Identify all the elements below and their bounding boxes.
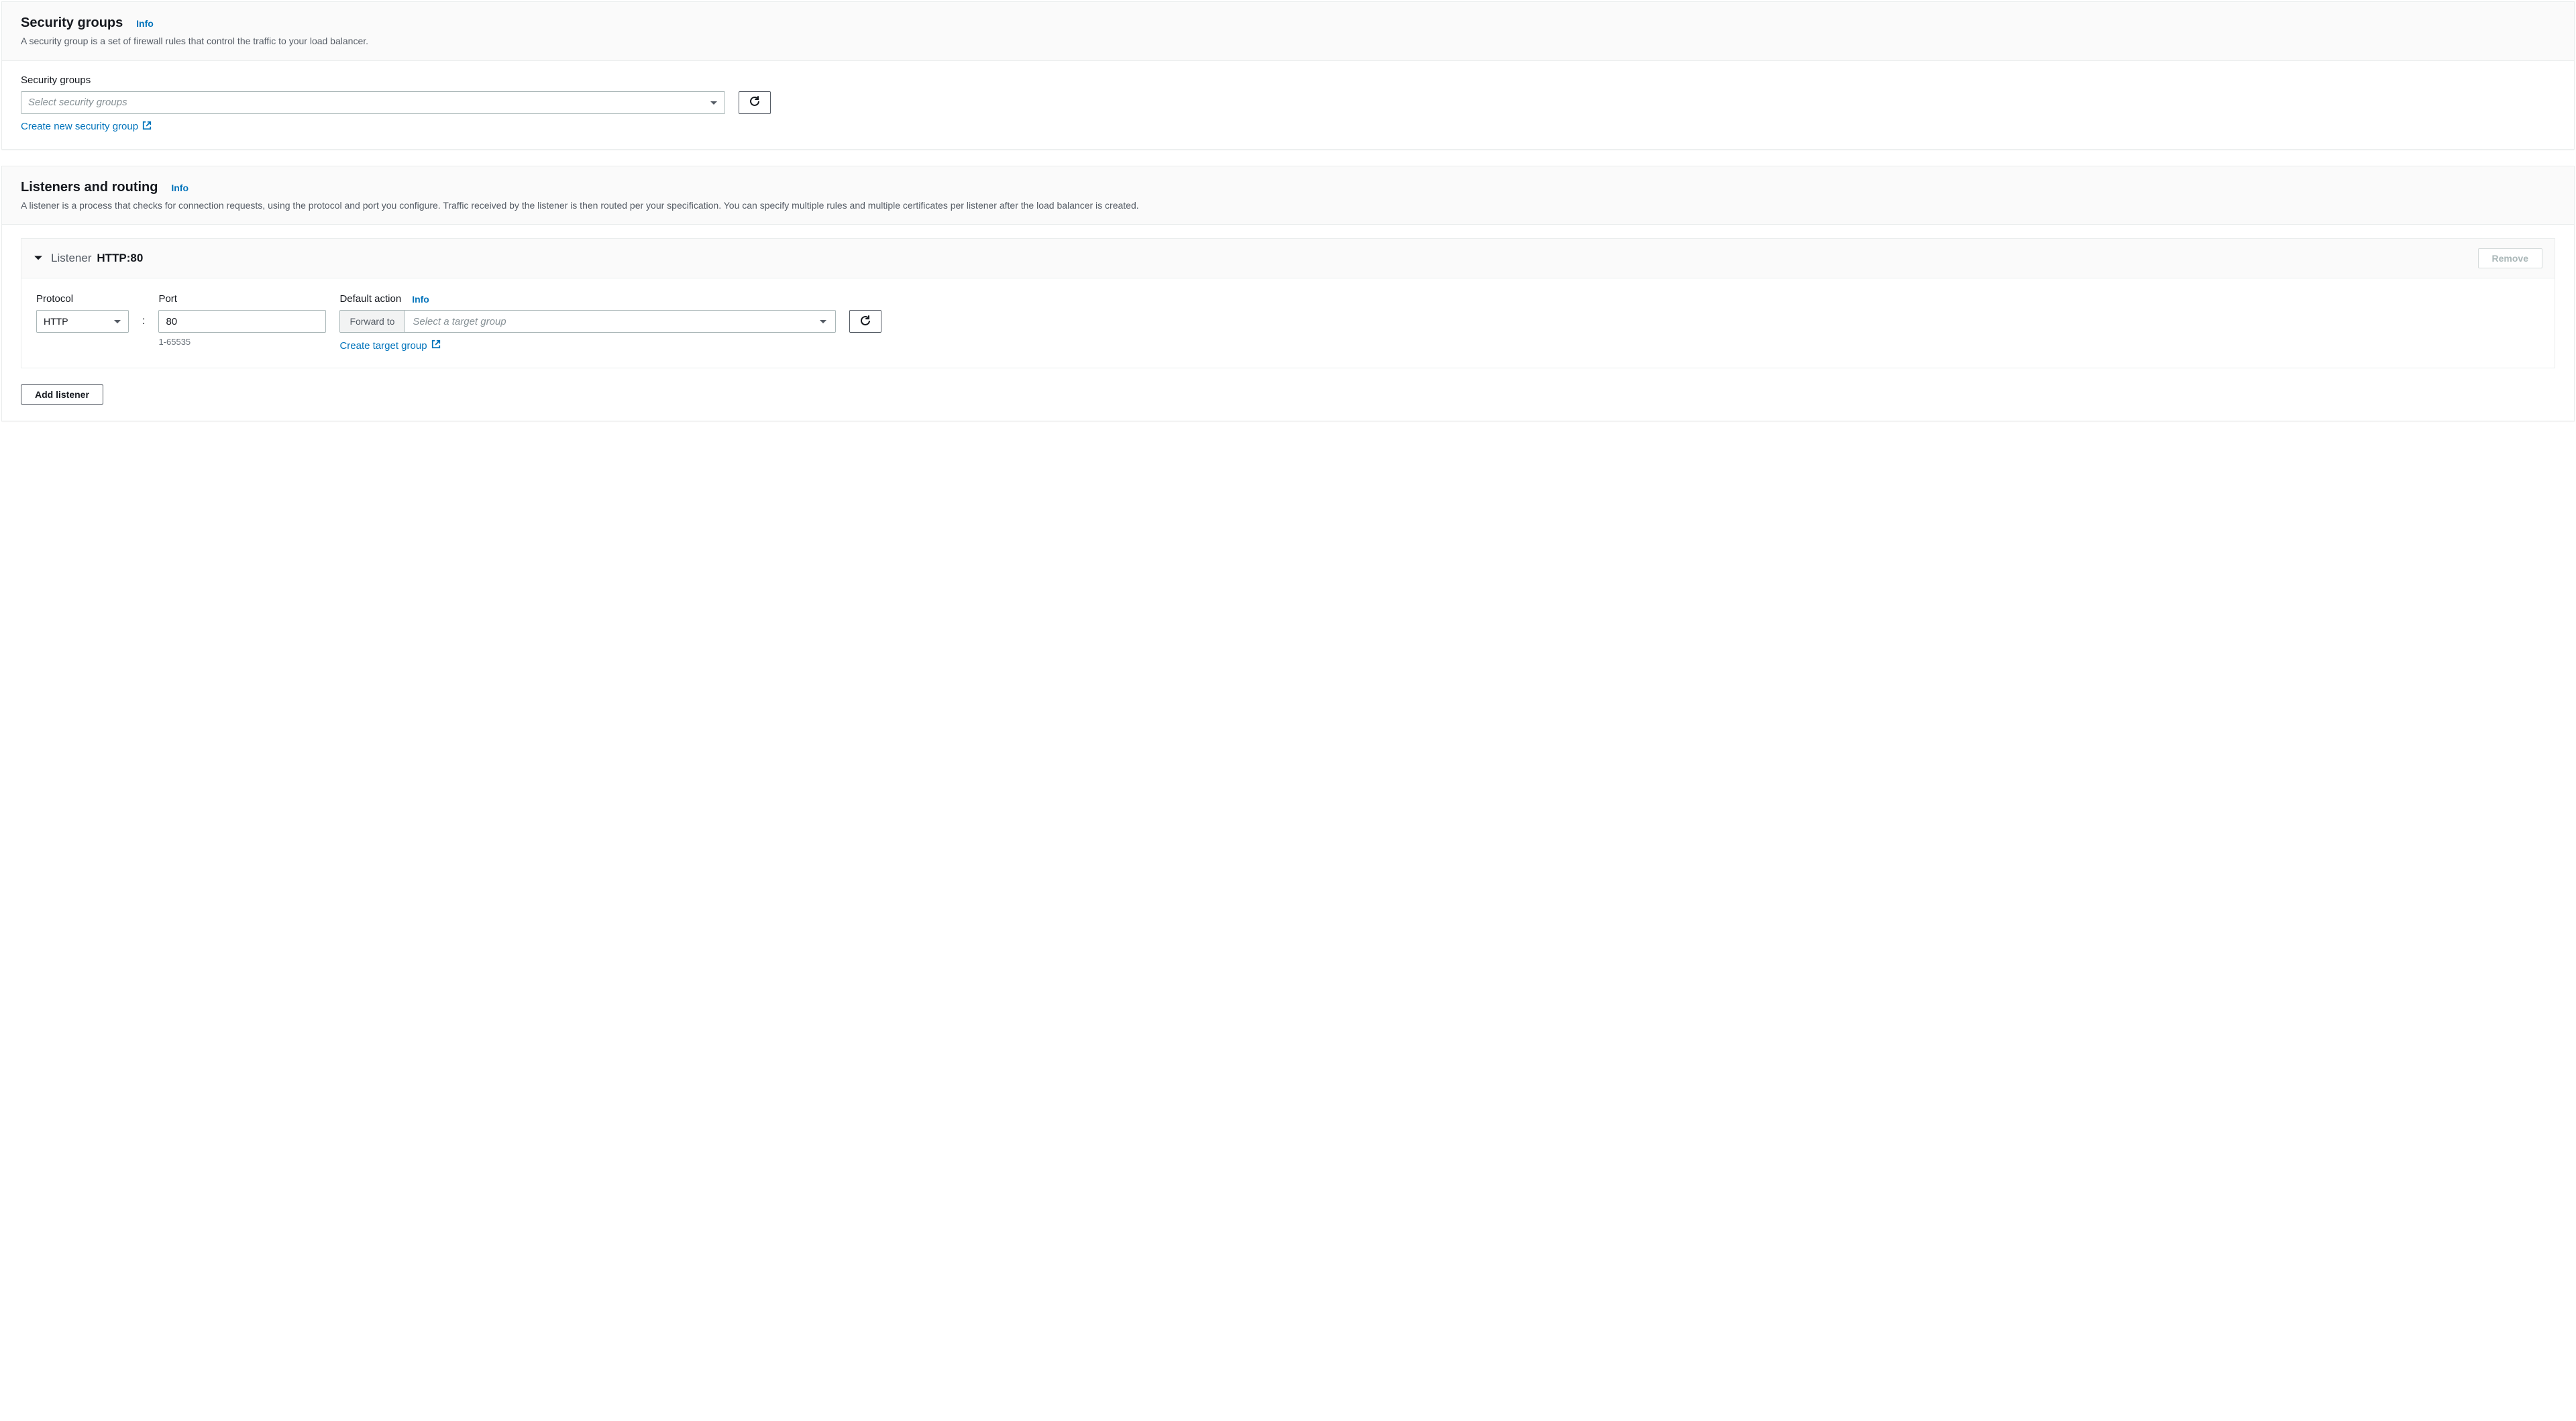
security-groups-body: Security groups Select security groups C…	[2, 61, 2574, 149]
default-action-label: Default action	[339, 293, 401, 305]
listeners-routing-body: Listener HTTP:80 Remove Protocol HTTP	[2, 225, 2574, 421]
caret-down-icon	[710, 97, 718, 108]
target-group-placeholder: Select a target group	[413, 316, 506, 327]
protocol-port-separator: :	[142, 315, 145, 327]
port-column: Port 1-65535	[158, 293, 326, 347]
listener-label-prefix: Listener	[51, 252, 91, 264]
default-action-column: Default action Info Forward to Select a …	[339, 293, 2540, 352]
collapse-toggle[interactable]	[34, 253, 43, 264]
listener-card-header: Listener HTTP:80 Remove	[21, 239, 2555, 278]
caret-down-icon	[819, 316, 827, 327]
protocol-column: Protocol HTTP	[36, 293, 129, 333]
forward-to-group: Forward to Select a target group	[339, 310, 836, 333]
listener-label-value: HTTP:80	[97, 252, 143, 264]
caret-down-icon	[113, 316, 121, 327]
refresh-icon	[860, 315, 871, 328]
remove-listener-button[interactable]: Remove	[2478, 248, 2542, 268]
protocol-label: Protocol	[36, 293, 129, 305]
external-link-icon	[431, 339, 441, 352]
create-security-group-link[interactable]: Create new security group	[21, 121, 152, 133]
security-groups-select[interactable]: Select security groups	[21, 91, 725, 114]
refresh-security-groups-button[interactable]	[739, 91, 771, 114]
listeners-routing-header: Listeners and routing Info A listener is…	[2, 166, 2574, 225]
port-input[interactable]	[158, 310, 326, 333]
listener-card-body: Protocol HTTP : Port 1-65535	[21, 278, 2555, 368]
default-action-info-link[interactable]: Info	[412, 294, 429, 305]
protocol-value: HTTP	[44, 316, 68, 327]
create-security-group-label: Create new security group	[21, 121, 138, 132]
security-groups-placeholder: Select security groups	[28, 97, 127, 108]
security-groups-description: A security group is a set of firewall ru…	[21, 35, 2555, 48]
security-groups-panel: Security groups Info A security group is…	[1, 1, 2575, 150]
add-listener-row: Add listener	[21, 384, 2555, 405]
listeners-routing-title-row: Listeners and routing Info	[21, 180, 2555, 195]
security-groups-field-label: Security groups	[21, 74, 2555, 86]
security-groups-title-row: Security groups Info	[21, 15, 2555, 31]
security-groups-row: Select security groups	[21, 91, 2555, 114]
security-groups-header: Security groups Info A security group is…	[2, 2, 2574, 61]
refresh-target-groups-button[interactable]	[849, 310, 881, 333]
security-groups-title: Security groups	[21, 15, 123, 31]
refresh-icon	[749, 96, 760, 109]
port-hint: 1-65535	[158, 337, 326, 347]
default-action-label-row: Default action Info	[339, 293, 2540, 305]
security-groups-info-link[interactable]: Info	[136, 18, 154, 29]
listeners-routing-title: Listeners and routing	[21, 180, 158, 195]
listener-title-wrap: Listener HTTP:80	[34, 252, 143, 265]
default-action-row: Forward to Select a target group	[339, 310, 2540, 333]
create-target-group-label: Create target group	[339, 340, 427, 352]
external-link-icon	[142, 121, 152, 133]
protocol-select[interactable]: HTTP	[36, 310, 129, 333]
add-listener-button[interactable]: Add listener	[21, 384, 103, 405]
forward-to-prefix: Forward to	[340, 311, 405, 332]
port-label: Port	[158, 293, 326, 305]
listeners-routing-info-link[interactable]: Info	[171, 182, 189, 193]
create-target-group-link[interactable]: Create target group	[339, 339, 2540, 352]
listener-card: Listener HTTP:80 Remove Protocol HTTP	[21, 238, 2555, 368]
listeners-routing-description: A listener is a process that checks for …	[21, 199, 2555, 213]
target-group-select[interactable]: Select a target group	[405, 311, 835, 332]
listeners-routing-panel: Listeners and routing Info A listener is…	[1, 166, 2575, 422]
